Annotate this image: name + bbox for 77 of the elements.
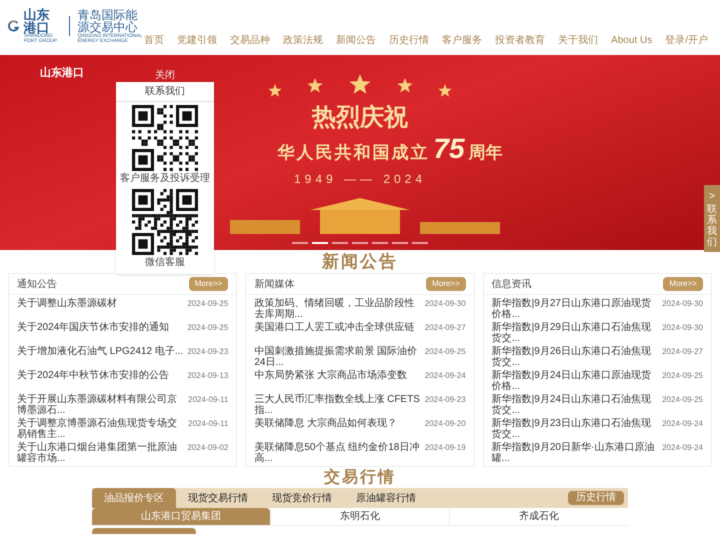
nav-link[interactable]: 投资者教育 <box>495 33 546 48</box>
news-link[interactable]: 新华指数|9月27日山东港口原油现货价格... <box>492 298 658 320</box>
nav-link[interactable]: 新闻公告 <box>336 33 376 48</box>
news-date: 2024-09-30 <box>424 298 466 309</box>
market-tab[interactable]: 现货竞价行情 <box>260 488 344 508</box>
news-link[interactable]: 关于增加液化石油气 LPG2412 电子... <box>17 346 184 357</box>
news-link[interactable]: 新华指数|9月26日山东港口石油焦现货交... <box>492 346 658 368</box>
banner-headline: 热烈庆祝 <box>312 105 408 129</box>
nav-link[interactable]: About Us <box>611 33 652 48</box>
nav-link[interactable]: 历史行情 <box>389 33 430 48</box>
news-date: 2024-09-27 <box>662 346 703 357</box>
close-button[interactable]: 关闭 <box>155 70 175 82</box>
nav-link[interactable]: 交易品种 <box>230 33 270 48</box>
news-link[interactable]: 新华指数|9月20日新华·山东港口原油罐... <box>492 442 658 464</box>
nav-link[interactable]: 关于我们 <box>558 33 598 48</box>
news-date: 2024-09-13 <box>187 370 228 381</box>
news-date: 2024-09-25 <box>187 322 228 333</box>
news-date: 2024-09-30 <box>662 322 703 333</box>
news-link[interactable]: 新华指数|9月24日山东港口石油焦现货交... <box>492 394 658 416</box>
news-date: 2024-09-19 <box>424 442 466 453</box>
card-title: 信息资讯 <box>492 278 532 292</box>
anniversary-number: 75 <box>433 135 465 163</box>
side-tab-label: 联系我们 <box>707 204 717 248</box>
news-date: 2024-09-27 <box>424 322 466 333</box>
card-title: 通知公告 <box>17 278 57 292</box>
news-link[interactable]: 关于调整京博墨源石油焦现货专场交易销售主... <box>17 418 184 440</box>
panel-title: 联系我们 <box>116 82 214 102</box>
news-date: 2024-09-25 <box>187 298 228 309</box>
card-title: 新闻媒体 <box>254 278 294 292</box>
news-date: 2024-09-25 <box>662 370 703 381</box>
news-link[interactable]: 三大人民币汇率指数全线上涨 CFETS指... <box>254 394 421 416</box>
news-date: 2024-09-20 <box>424 418 466 429</box>
news-link[interactable]: 中国刺激措施提振需求前景 国际油价24日... <box>254 346 421 368</box>
news-link[interactable]: 关于开展山东墨源碳材料有限公司京博墨源石... <box>17 394 184 416</box>
news-link[interactable]: 关于山东港口烟台港集团第一批原油罐容市场... <box>17 442 184 464</box>
exchange-name: 青岛国际能源交易中心 <box>77 8 138 32</box>
qr-caption: 微信客服 <box>145 256 185 270</box>
news-link[interactable]: 美联储降息 大宗商品如何表现？ <box>254 418 398 429</box>
news-link[interactable]: 新华指数|9月29日山东港口石油焦现货交... <box>492 322 658 344</box>
banner-years: 1949 —— 2024 <box>294 170 426 188</box>
news-link[interactable]: 美国港口工人罢工或冲击全球供应链 <box>254 322 414 333</box>
news-date: 2024-09-24 <box>662 418 703 429</box>
market-tab[interactable]: 原油罐容行情 <box>344 488 428 508</box>
section-title: 交易行情 <box>324 467 396 488</box>
news-date: 2024-09-25 <box>662 394 703 405</box>
qr-caption: 客户服务及投诉受理 <box>120 172 210 186</box>
news-date: 2024-09-24 <box>662 442 703 453</box>
nav-link[interactable]: 客户服务 <box>442 33 482 48</box>
news-link[interactable]: 政策加码、情绪回暖，工业品阶段性去库周期... <box>254 298 421 320</box>
news-date: 2024-09-11 <box>188 418 228 429</box>
arrow-text: > <box>709 190 715 204</box>
nav-link[interactable]: 党建引领 <box>177 33 218 48</box>
news-date: 2024-09-24 <box>424 370 466 381</box>
logo-name: 山东港口 <box>24 8 50 34</box>
news-link[interactable]: 美联储降息50个基点 纽约金价18日冲高... <box>254 442 421 464</box>
market-tab[interactable]: 现货交易行情 <box>176 488 260 508</box>
news-link[interactable]: 中东局势紧张 大宗商品市场添变数 <box>254 370 408 381</box>
news-link[interactable]: 关于2024年中秋节休市安排的公告 <box>17 370 170 381</box>
qr-code <box>132 189 198 255</box>
news-date: 2024-09-11 <box>188 394 228 405</box>
nav-link[interactable]: 登录/开户 <box>665 33 708 48</box>
news-date: 2024-09-23 <box>187 346 228 357</box>
news-date: 2024-09-23 <box>424 394 466 405</box>
news-date: 2024-09-02 <box>187 442 228 453</box>
news-date: 2024-09-30 <box>662 298 703 309</box>
qr-code <box>132 105 198 171</box>
nav-link[interactable]: 首页 <box>144 33 164 48</box>
news-link[interactable]: 关于调整山东墨源碳材 <box>17 298 117 309</box>
news-link[interactable]: 关于2024年国庆节休市安排的通知 <box>17 322 170 333</box>
section-title: 新闻公告 <box>322 251 398 274</box>
banner-text: 周年 <box>468 142 503 164</box>
news-link[interactable]: 新华指数|9月24日山东港口原油现货价格... <box>492 370 658 392</box>
news-link[interactable]: 新华指数|9月23日山东港口石油焦现货交... <box>492 418 658 440</box>
banner-logo: 山东港口 <box>40 66 84 81</box>
news-date: 2024-09-25 <box>424 346 466 357</box>
nav-link[interactable]: 政策法规 <box>283 33 324 48</box>
banner-text: 华人民共和国成立 <box>277 142 430 164</box>
